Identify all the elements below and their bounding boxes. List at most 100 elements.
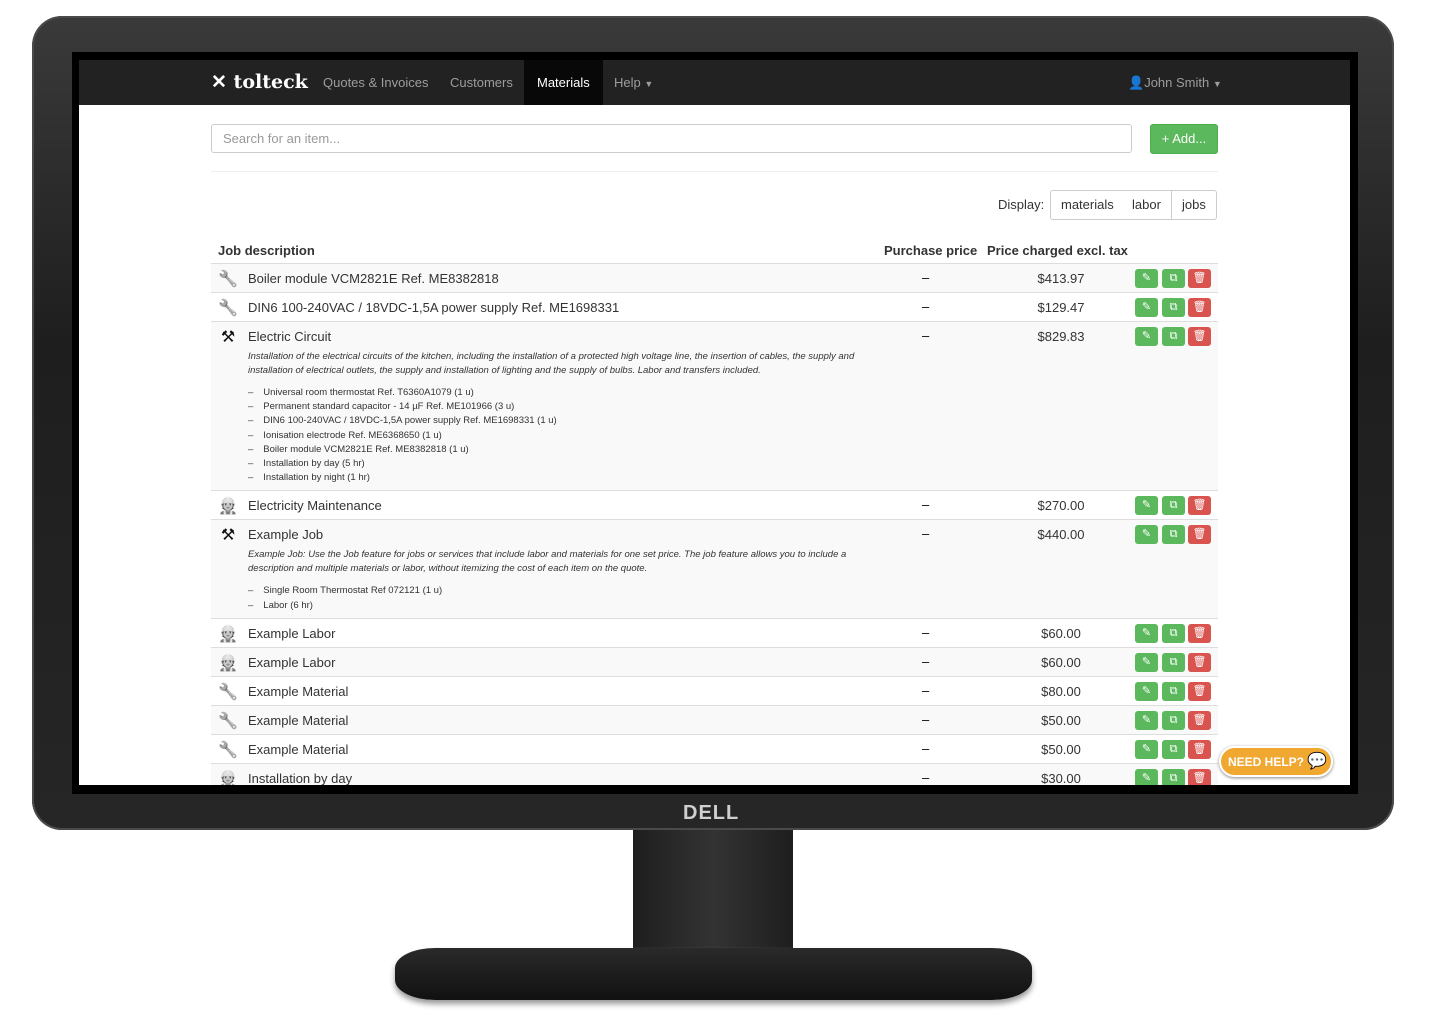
trash-icon: 🗑 — [1192, 655, 1207, 668]
display-labor[interactable]: labor — [1122, 190, 1172, 220]
delete-button[interactable]: 🗑 — [1188, 298, 1211, 317]
purchase-price: – — [922, 740, 930, 756]
delete-button[interactable]: 🗑 — [1188, 623, 1211, 643]
search-input[interactable] — [211, 124, 1132, 153]
edit-button[interactable]: ✎ — [1135, 739, 1158, 759]
item-name[interactable]: Example Labor — [248, 655, 335, 670]
job-component: Installation by day (5 hr) — [248, 457, 1218, 471]
item-name[interactable]: Example Labor — [248, 626, 335, 641]
item-name[interactable]: DIN6 100-240VAC / 18VDC-1,5A power suppl… — [248, 300, 619, 315]
trash-icon: 🗑 — [1192, 742, 1207, 755]
price-charged: $80.00 — [1041, 683, 1081, 699]
copy-icon: ⧉ — [1169, 742, 1178, 755]
add-button[interactable]: + Add... — [1150, 124, 1218, 154]
purchase-price: – — [922, 270, 930, 285]
pencil-icon: ✎ — [1141, 626, 1152, 639]
duplicate-button[interactable]: ⧉ — [1162, 768, 1185, 785]
pencil-icon: ✎ — [1141, 771, 1152, 784]
edit-button[interactable]: ✎ — [1135, 681, 1158, 701]
copy-icon: ⧉ — [1169, 771, 1178, 784]
delete-button[interactable]: 🗑 — [1188, 525, 1211, 545]
nav-customers[interactable]: Customers — [437, 60, 526, 105]
duplicate-button[interactable]: ⧉ — [1162, 623, 1185, 643]
need-help-button[interactable]: NEED HELP? 💬 — [1219, 746, 1333, 777]
trash-icon: 🗑 — [1192, 272, 1207, 284]
price-charged: $270.00 — [1037, 498, 1085, 514]
edit-button[interactable]: ✎ — [1135, 710, 1158, 730]
logo[interactable]: ✕ tolteck — [211, 71, 308, 93]
table-row: 🔧 Example Material – $50.00 ✎ ⧉ 🗑 — [211, 704, 1218, 734]
pencil-icon: ✎ — [1141, 742, 1152, 755]
price-charged: $50.00 — [1041, 712, 1081, 728]
delete-button[interactable]: 🗑 — [1188, 681, 1211, 701]
delete-button[interactable]: 🗑 — [1188, 710, 1211, 730]
caret-down-icon: ▼ — [644, 79, 654, 89]
duplicate-button[interactable]: ⧉ — [1162, 652, 1185, 672]
copy-icon: ⧉ — [1169, 655, 1178, 668]
worker-icon: 👷 — [218, 625, 238, 643]
table-row: 👷 Installation by day – $30.00 ✎ ⧉ 🗑 — [211, 762, 1218, 785]
purchase-price: – — [922, 769, 930, 785]
display-materials[interactable]: materials — [1050, 190, 1125, 220]
duplicate-button[interactable]: ⧉ — [1162, 269, 1185, 288]
item-name[interactable]: Example Material — [248, 713, 348, 728]
nav-materials[interactable]: Materials — [524, 60, 603, 105]
edit-button[interactable]: ✎ — [1135, 327, 1158, 346]
delete-button[interactable]: 🗑 — [1188, 652, 1211, 672]
delete-button[interactable]: 🗑 — [1188, 739, 1211, 759]
copy-icon: ⧉ — [1169, 684, 1178, 697]
price-charged: $440.00 — [1037, 527, 1085, 543]
table-row: ⚒ Example Job – $440.00 ✎ ⧉ 🗑 Example Job… — [211, 519, 1218, 618]
duplicate-button[interactable]: ⧉ — [1162, 496, 1185, 516]
duplicate-button[interactable]: ⧉ — [1162, 298, 1185, 317]
duplicate-button[interactable]: ⧉ — [1162, 710, 1185, 730]
user-icon: 👤 — [1128, 75, 1145, 90]
edit-button[interactable]: ✎ — [1135, 623, 1158, 643]
job-component: Ionisation electrode Ref. ME6368650 (1 u… — [248, 429, 1218, 443]
copy-icon: ⧉ — [1169, 713, 1178, 726]
worker-icon: 👷 — [218, 654, 238, 672]
item-name[interactable]: Example Material — [248, 742, 348, 757]
duplicate-button[interactable]: ⧉ — [1162, 739, 1185, 759]
item-name[interactable]: Example Material — [248, 684, 348, 699]
edit-button[interactable]: ✎ — [1135, 525, 1158, 545]
item-name[interactable]: Boiler module VCM2821E Ref. ME8382818 — [248, 271, 499, 286]
display-jobs[interactable]: jobs — [1172, 190, 1217, 220]
edit-button[interactable]: ✎ — [1135, 496, 1158, 516]
duplicate-button[interactable]: ⧉ — [1162, 327, 1185, 346]
purchase-price: – — [922, 497, 930, 513]
display-label: Display: — [998, 197, 1045, 212]
edit-button[interactable]: ✎ — [1135, 298, 1158, 317]
chat-bubble-icon: 💬 — [1307, 753, 1328, 770]
copy-icon: ⧉ — [1169, 499, 1178, 512]
table-row: 🔧 DIN6 100-240VAC / 18VDC-1,5A power sup… — [211, 292, 1218, 321]
table-row: 🔧 Example Material – $50.00 ✎ ⧉ 🗑 — [211, 733, 1218, 763]
edit-button[interactable]: ✎ — [1135, 269, 1158, 288]
item-name[interactable]: Installation by day — [248, 771, 352, 785]
price-charged: $30.00 — [1041, 770, 1081, 785]
copy-icon: ⧉ — [1169, 301, 1178, 313]
item-name[interactable]: Example Job — [248, 527, 323, 542]
delete-button[interactable]: 🗑 — [1188, 768, 1211, 785]
pencil-icon: ✎ — [1141, 301, 1152, 313]
tools-icon: ✕ — [211, 71, 227, 93]
duplicate-button[interactable]: ⧉ — [1162, 681, 1185, 701]
price-charged: $413.97 — [1037, 271, 1085, 286]
caret-down-icon: ▼ — [1212, 79, 1222, 89]
pencil-icon: ✎ — [1141, 499, 1152, 512]
price-charged: $129.47 — [1037, 300, 1085, 315]
edit-button[interactable]: ✎ — [1135, 768, 1158, 785]
delete-button[interactable]: 🗑 — [1188, 327, 1211, 346]
delete-button[interactable]: 🗑 — [1188, 269, 1211, 288]
duplicate-button[interactable]: ⧉ — [1162, 525, 1185, 545]
purchase-price: – — [922, 682, 930, 698]
item-name[interactable]: Electric Circuit — [248, 329, 331, 344]
edit-button[interactable]: ✎ — [1135, 652, 1158, 672]
delete-button[interactable]: 🗑 — [1188, 496, 1211, 516]
tools-icon: ⚒ — [220, 527, 236, 545]
nav-quotes-invoices[interactable]: Quotes & Invoices — [310, 60, 442, 105]
nav-help[interactable]: Help ▼ — [601, 60, 666, 105]
user-menu[interactable]: 👤John Smith ▼ — [1115, 60, 1235, 105]
trash-icon: 🗑 — [1192, 713, 1207, 726]
item-name[interactable]: Electricity Maintenance — [248, 498, 382, 513]
